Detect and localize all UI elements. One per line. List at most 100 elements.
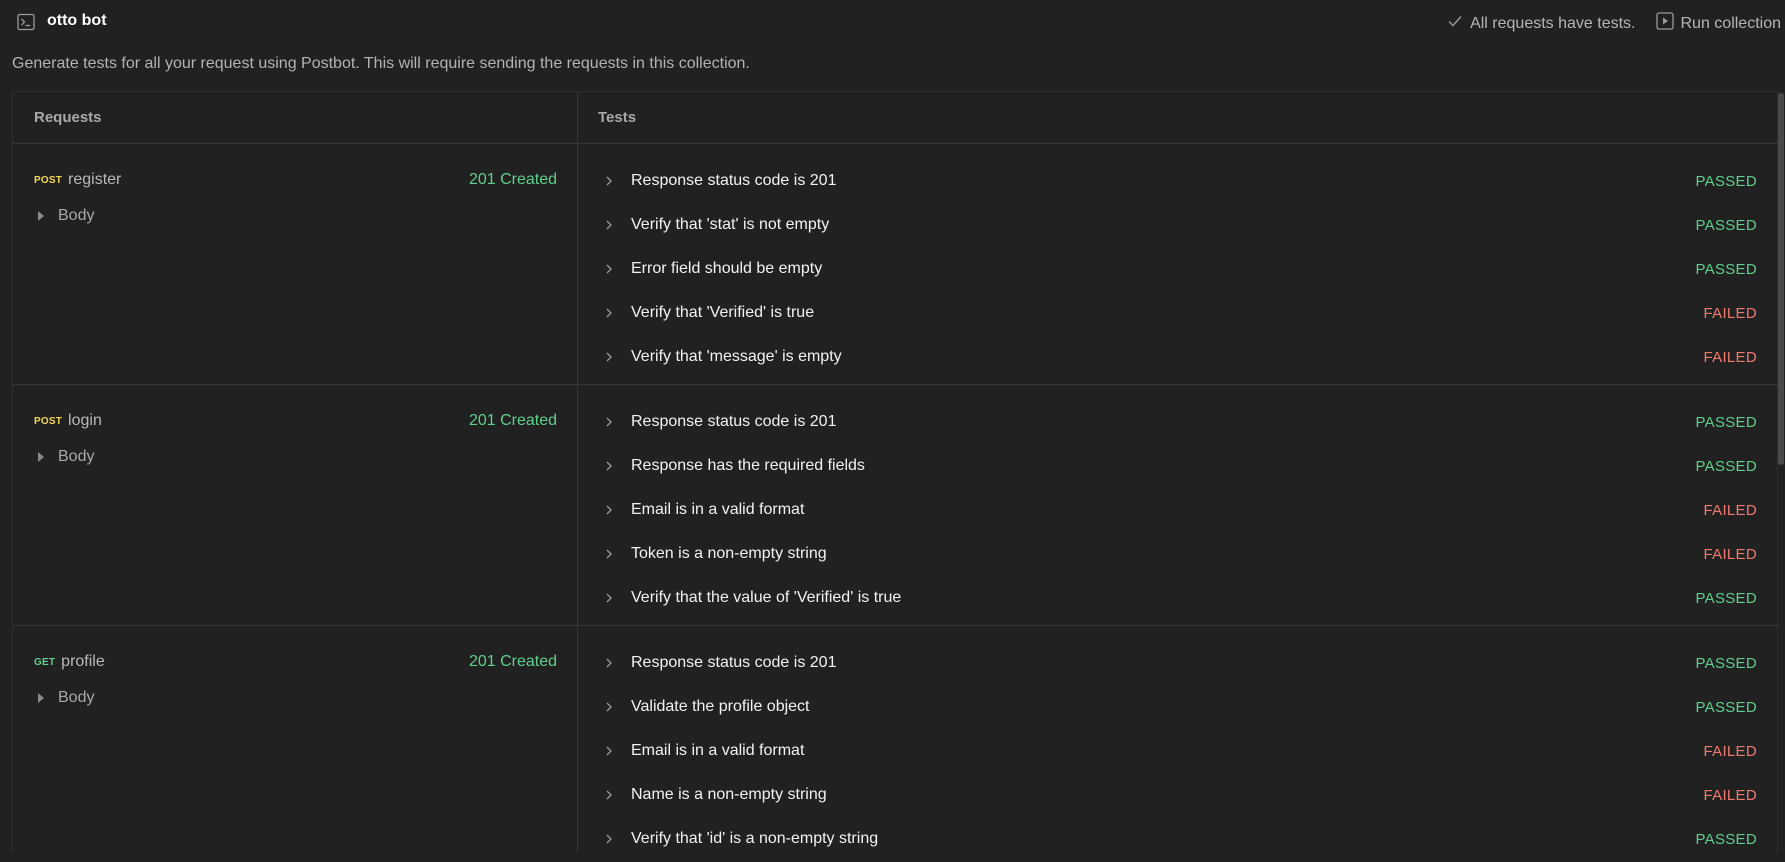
test-name: Name is a non-empty string [631,786,827,803]
test-row[interactable]: Validate the profile object PASSED [578,685,1757,729]
body-label: Body [58,207,95,224]
test-name: Response status code is 201 [631,654,837,671]
test-result: FAILED [1703,742,1757,760]
request-name: login [68,412,102,429]
body-label: Body [58,448,95,465]
chevron-right-icon [602,415,616,429]
tests-cell: Response status code is 201 PASSED Validat… [578,626,1777,852]
test-row[interactable]: Token is a non-empty string FAILED [578,532,1757,576]
test-result: PASSED [1695,698,1757,716]
request-cell: POST login 201 Created Body [13,385,578,625]
test-name: Response has the required fields [631,457,865,474]
test-name: Verify that 'id' is a non-empty string [631,830,879,847]
test-row[interactable]: Response status code is 201 PASSED [578,641,1757,685]
test-name: Verify that 'message' is empty [631,348,842,365]
test-name: Response status code is 201 [631,172,837,189]
test-result: PASSED [1695,830,1757,848]
chevron-right-icon [602,547,616,561]
request-name: register [68,171,122,188]
test-result: PASSED [1695,172,1757,190]
chevron-right-icon [602,832,616,846]
chevron-right-icon [602,218,616,232]
test-row[interactable]: Verify that 'id' is a non-empty string PA… [578,817,1757,852]
chevron-right-icon [602,700,616,714]
chevron-right-icon [602,306,616,320]
chevron-right-icon [602,174,616,188]
test-row[interactable]: Verify that 'stat' is not empty PASSED [578,203,1757,247]
test-name: Error field should be empty [631,260,823,277]
body-toggle[interactable]: Body [34,448,94,466]
test-result: FAILED [1703,786,1757,804]
test-result: FAILED [1703,348,1757,366]
table-header: Requests Tests [13,92,1777,144]
test-result: PASSED [1695,216,1757,234]
top-bar: otto bot All requests have tests. Run co… [0,0,1785,44]
test-name: Verify that 'Verified' is true [631,304,815,321]
request-name: profile [61,653,105,670]
test-row[interactable]: Response status code is 201 PASSED [578,400,1757,444]
tests-column-header: Tests [598,109,637,126]
test-result: PASSED [1695,589,1757,607]
chevron-right-icon [602,656,616,670]
top-actions: All requests have tests. Run collection [1447,12,1781,35]
caret-right-icon [38,452,44,462]
caret-right-icon [38,693,44,703]
test-row[interactable]: Verify that 'Verified' is true FAILED [578,291,1757,335]
test-row[interactable]: Email is in a valid format FAILED [578,488,1757,532]
request-group-profile: GET profile 201 Created Body Response status… [13,626,1777,852]
all-tests-status: All requests have tests. [1447,13,1636,34]
test-name: Token is a non-empty string [631,545,827,562]
response-status: 201 Created [468,412,557,429]
request-cell: POST register 201 Created Body [13,144,578,384]
body-toggle[interactable]: Body [34,207,94,225]
test-name: Verify that the value of 'Verified' is t… [631,589,902,606]
check-icon [1447,13,1470,34]
test-row[interactable]: Name is a non-empty string FAILED [578,773,1757,817]
tests-table: Requests Tests POST register 201 Created Bo… [12,91,1778,852]
method-badge: POST [34,415,63,427]
method-badge: GET [34,656,56,668]
test-result: FAILED [1703,501,1757,519]
test-name: Email is in a valid format [631,501,805,518]
request-line[interactable]: GET profile 201 Created [34,650,557,674]
body-label: Body [58,689,95,706]
play-icon [1655,12,1681,35]
run-collection-button[interactable]: Run collection [1655,12,1782,35]
test-result: PASSED [1695,260,1757,278]
test-result: FAILED [1703,545,1757,563]
test-row[interactable]: Email is in a valid format FAILED [578,729,1757,773]
tests-cell: Response status code is 201 PASSED Respons… [578,385,1777,625]
test-row[interactable]: Error field should be empty PASSED [578,247,1757,291]
requests-column-header: Requests [13,92,578,143]
test-name: Verify that 'stat' is not empty [631,216,830,233]
response-status: 201 Created [468,171,557,188]
run-collection-label: Run collection [1680,14,1782,32]
collection-title: otto bot [47,12,107,29]
test-row[interactable]: Response status code is 201 PASSED [578,159,1757,203]
test-result: PASSED [1695,457,1757,475]
test-row[interactable]: Verify that the value of 'Verified' is t… [578,576,1757,620]
body-toggle[interactable]: Body [34,689,94,707]
scrollbar[interactable] [1778,93,1784,465]
test-result: PASSED [1695,654,1757,672]
request-groups: POST register 201 Created Body Response stat… [13,144,1777,852]
test-row[interactable]: Response has the required fields PASSED [578,444,1757,488]
tests-cell: Response status code is 201 PASSED Verify … [578,144,1777,384]
chevron-right-icon [602,262,616,276]
test-row[interactable]: Verify that 'message' is empty FAILED [578,335,1757,379]
request-line[interactable]: POST login 201 Created [34,409,557,433]
request-line[interactable]: POST register 201 Created [34,168,557,192]
chevron-right-icon [602,744,616,758]
test-name: Validate the profile object [631,698,810,715]
test-name: Response status code is 201 [631,413,837,430]
chevron-right-icon [602,788,616,802]
terminal-icon [17,13,35,31]
chevron-right-icon [602,503,616,517]
test-result: FAILED [1703,304,1757,322]
request-cell: GET profile 201 Created Body [13,626,578,852]
description-text: Generate tests for all your request usin… [12,55,750,72]
chevron-right-icon [602,591,616,605]
chevron-right-icon [602,350,616,364]
request-group-register: POST register 201 Created Body Response stat… [13,144,1777,385]
caret-right-icon [38,211,44,221]
